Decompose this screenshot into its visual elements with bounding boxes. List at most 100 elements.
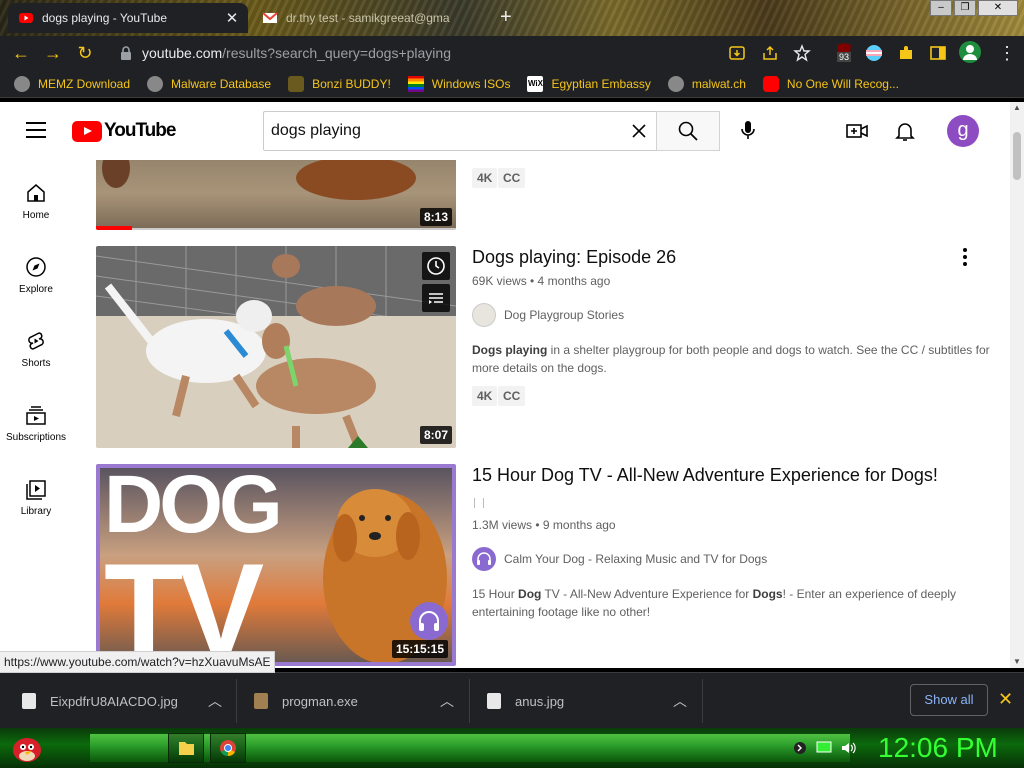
profile-icon[interactable] — [959, 41, 981, 63]
gmail-favicon-icon — [262, 12, 278, 23]
youtube-icon — [762, 75, 779, 92]
video-description: 15 Hour Dog TV - All-New Adventure Exper… — [472, 587, 957, 619]
watch-later-icon[interactable] — [422, 252, 450, 280]
volume-icon[interactable] — [840, 741, 856, 755]
clear-search-icon[interactable] — [629, 121, 649, 141]
channel-link[interactable]: Dog Playgroup Stories — [472, 303, 624, 327]
globe-icon — [14, 75, 30, 92]
bookmark-egyptian-embassy[interactable]: WiX Egyptian Embassy — [527, 75, 651, 92]
scroll-up-arrow-icon[interactable]: ▲ — [1013, 103, 1021, 112]
scroll-down-arrow-icon[interactable]: ▼ — [1013, 657, 1021, 666]
trans-flag-extension-icon[interactable] — [865, 44, 883, 62]
forward-arrow-icon[interactable]: → — [42, 42, 64, 64]
channel-avatar — [472, 547, 496, 571]
compass-icon — [26, 257, 46, 277]
add-to-queue-icon[interactable] — [422, 284, 450, 312]
reload-icon[interactable]: ↻ — [74, 42, 96, 64]
globe-icon — [667, 75, 684, 92]
guide-item-home[interactable]: Home — [0, 182, 72, 221]
chevron-up-icon[interactable]: ︿ — [208, 691, 222, 711]
extensions-puzzle-icon[interactable] — [897, 44, 915, 62]
bookmark-windows-isos[interactable]: Windows ISOs — [407, 75, 510, 92]
bookmarks-bar: MEMZ Download Malware Database Bonzi BUD… — [0, 70, 1024, 98]
tray-chevron-icon[interactable] — [792, 741, 808, 755]
account-avatar[interactable]: g — [947, 115, 979, 147]
notifications-bell-icon[interactable] — [893, 119, 917, 143]
page-scrollbar[interactable]: ▲ ▼ — [1010, 102, 1024, 668]
lock-icon — [121, 46, 131, 60]
search-button[interactable] — [656, 111, 720, 151]
video-meta: 1.3M views • 9 months ago — [472, 518, 616, 532]
rainbow-flag-icon — [407, 75, 424, 92]
new-tab-icon[interactable]: + — [500, 6, 512, 29]
taskbar-clock[interactable]: 12:06 PM — [878, 732, 998, 764]
close-shelf-icon[interactable]: ✕ — [998, 689, 1013, 710]
duration-badge: 8:07 — [419, 426, 452, 444]
chrome-menu-icon[interactable]: ⋮ — [996, 42, 1018, 64]
channel-name: Dog Playgroup Stories — [504, 308, 625, 322]
youtube-wordmark: YouTube — [104, 120, 176, 141]
hamburger-menu-icon[interactable] — [26, 122, 46, 138]
search-input[interactable] — [264, 112, 604, 150]
start-button-angry-bird-icon[interactable] — [10, 732, 44, 764]
chevron-up-icon[interactable]: ︿ — [673, 691, 687, 711]
maximize-window-icon[interactable]: ❐ — [954, 0, 976, 16]
more-options-icon[interactable] — [954, 246, 976, 268]
divider — [469, 679, 470, 723]
video-title[interactable]: 15 Hour Dog TV - All-New Adventure Exper… — [472, 465, 938, 486]
download-item[interactable]: EixpdfrU8AIACDO.jpg ︿ — [22, 673, 232, 729]
image-file-icon — [22, 693, 36, 709]
close-window-icon[interactable]: ✕ — [978, 0, 1018, 16]
address-bar[interactable]: youtube.com/results?search_query=dogs+pl… — [108, 39, 828, 67]
scrollbar-thumb[interactable] — [1013, 132, 1021, 180]
result-thumbnail[interactable]: 8:07 — [96, 246, 456, 448]
taskbar-chrome-button[interactable] — [210, 733, 246, 763]
channel-name: Calm Your Dog - Relaxing Music and TV fo… — [504, 552, 768, 566]
download-item[interactable]: anus.jpg ︿ — [487, 673, 697, 729]
create-video-icon[interactable] — [845, 119, 869, 143]
bookmark-malware-database[interactable]: Malware Database — [147, 75, 271, 92]
back-arrow-icon[interactable]: ← — [10, 42, 32, 64]
guide-item-subscriptions[interactable]: Subscriptions — [0, 404, 72, 443]
download-item[interactable]: progman.exe ︿ — [254, 673, 464, 729]
close-tab-icon[interactable]: ✕ — [222, 9, 242, 27]
duration-badge: 8:13 — [419, 208, 452, 226]
globe-icon — [147, 75, 164, 92]
duration-badge: 15:15:15 — [391, 640, 448, 658]
minimize-window-icon[interactable]: ‒ — [930, 0, 952, 16]
show-all-downloads-button[interactable]: Show all — [910, 684, 988, 716]
install-app-icon[interactable] — [728, 44, 746, 62]
bookmark-memz[interactable]: MEMZ Download — [14, 75, 130, 92]
bookmark-no-one-will-recog[interactable]: No One Will Recog... — [762, 75, 899, 92]
video-title[interactable]: Dogs playing: Episode 26 — [472, 247, 676, 268]
side-panel-icon[interactable] — [929, 44, 947, 62]
exe-file-icon — [254, 693, 268, 709]
thumbnail-image — [96, 246, 456, 448]
tab-youtube[interactable]: dogs playing - YouTube ✕ — [8, 3, 248, 33]
youtube-logo[interactable]: YouTube — [72, 120, 176, 142]
guide-item-library[interactable]: Library — [0, 478, 72, 517]
result-thumbnail[interactable]: DOG TV 15:15:15 — [96, 464, 456, 666]
video-meta: 69K views • 4 months ago — [472, 274, 611, 288]
network-icon[interactable] — [816, 741, 832, 755]
wix-icon: WiX — [527, 75, 544, 92]
bookmark-malwatch[interactable]: malwat.ch — [667, 75, 746, 92]
tab-gmail[interactable]: dr.thy test - samikgreeat@gma — [252, 3, 492, 33]
microphone-icon[interactable] — [736, 118, 760, 142]
youtube-masthead: YouTube g — [0, 102, 1010, 160]
guide-item-explore[interactable]: Explore — [0, 256, 72, 295]
browser-toolbar: ← → ↻ youtube.com/results?search_query=d… — [0, 36, 1024, 70]
shorts-icon — [28, 332, 44, 350]
ublock-extension-icon[interactable]: 93 — [835, 42, 853, 64]
bookmark-bonzi-buddy[interactable]: Bonzi BUDDY! — [288, 75, 391, 92]
channel-avatar — [472, 303, 496, 327]
bookmark-star-icon[interactable] — [793, 44, 811, 62]
tab-title: dogs playing - YouTube — [42, 11, 167, 25]
youtube-favicon-icon — [19, 13, 33, 23]
cc-badge: CC — [498, 386, 526, 406]
guide-item-shorts[interactable]: Shorts — [0, 330, 72, 369]
channel-link[interactable]: Calm Your Dog - Relaxing Music and TV fo… — [472, 547, 767, 571]
chevron-up-icon[interactable]: ︿ — [440, 691, 454, 711]
share-icon[interactable] — [761, 44, 779, 62]
taskbar-explorer-button[interactable] — [168, 733, 204, 763]
